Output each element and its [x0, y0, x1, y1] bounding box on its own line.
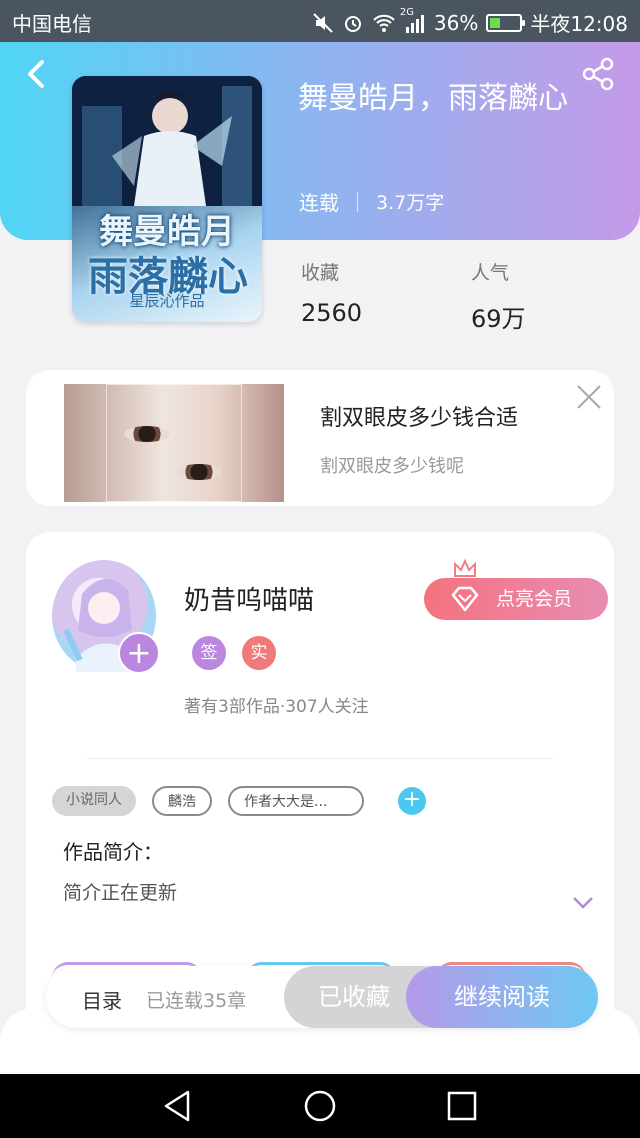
- verified-badge: 实: [242, 636, 276, 670]
- favorites-label: 收藏: [301, 262, 340, 284]
- battery-fill: [490, 17, 501, 28]
- alarm-icon: [342, 12, 364, 34]
- network-label: 2G: [399, 6, 415, 18]
- tag-item[interactable]: 麟浩: [152, 786, 212, 816]
- favorites-stat: 收藏 2560: [301, 258, 362, 327]
- avatar[interactable]: +: [52, 560, 160, 674]
- book-cover[interactable]: 舞曼皓月 雨落麟心 星辰沁作品: [72, 76, 262, 322]
- close-icon[interactable]: [574, 382, 604, 412]
- vip-button[interactable]: 点亮会员: [424, 578, 608, 620]
- favorites-value: 2560: [301, 299, 363, 327]
- chevron-down-icon[interactable]: [572, 896, 594, 910]
- book-meta: 连载 3.7万字: [299, 187, 444, 216]
- battery-percent: 36%: [433, 10, 479, 35]
- tag-list: 小说同人 麟浩 作者大大是... +: [52, 786, 426, 816]
- follow-plus-button[interactable]: +: [118, 632, 160, 674]
- status-bar: 中国电信 2G 36% 半夜12:08: [0, 0, 640, 42]
- bottom-action-bar: 目录 已连载35章 已收藏 继续阅读: [46, 966, 598, 1028]
- mute-icon: [312, 12, 334, 34]
- popularity-label: 人气: [471, 262, 510, 284]
- divider: [86, 758, 554, 759]
- share-icon[interactable]: [580, 56, 616, 92]
- popularity-value: 69万: [471, 305, 526, 333]
- add-tag-button[interactable]: +: [398, 787, 426, 815]
- intro-text: 简介正在更新: [63, 882, 178, 904]
- vip-button-label: 点亮会员: [496, 588, 573, 610]
- nav-home-icon[interactable]: [302, 1088, 338, 1124]
- toc-button[interactable]: 目录: [82, 985, 122, 1014]
- author-name: 奶昔呜喵喵: [184, 586, 315, 616]
- word-count: 3.7万字: [376, 192, 445, 214]
- diamond-icon: [451, 586, 479, 612]
- cover-author-mark: 星辰沁作品: [129, 292, 205, 310]
- clock: 半夜12:08: [530, 12, 628, 36]
- ad-eye-right: [176, 464, 222, 480]
- nav-back-icon[interactable]: [160, 1088, 196, 1124]
- tag-item[interactable]: 作者大大是...: [228, 786, 364, 816]
- popularity-stat: 人气 69万: [471, 258, 526, 334]
- system-nav-bar: [0, 1074, 640, 1138]
- ad-title: 割双眼皮多少钱合适: [320, 406, 519, 431]
- ad-card[interactable]: 割双眼皮多少钱合适 割双眼皮多少钱呢: [26, 370, 614, 506]
- book-title: 舞曼皓月，雨落麟心: [298, 81, 568, 116]
- author-stats: 著有3部作品·307人关注: [184, 697, 369, 717]
- ad-image-frame: [106, 384, 242, 502]
- ad-image: [64, 384, 284, 502]
- meta-divider: [357, 191, 358, 212]
- ad-eye-left: [124, 426, 170, 442]
- intro-label: 作品简介：: [63, 840, 163, 864]
- back-icon[interactable]: [20, 56, 52, 92]
- cover-illustration: [72, 76, 262, 206]
- signal-icon: 2G: [400, 7, 426, 33]
- tag-item[interactable]: 小说同人: [52, 786, 136, 816]
- wifi-icon: [372, 13, 396, 33]
- ad-subtitle: 割双眼皮多少钱呢: [320, 456, 464, 477]
- signed-badge: 签: [192, 636, 226, 670]
- book-status: 连载: [299, 191, 339, 215]
- crown-icon: [454, 558, 476, 580]
- chapter-count: 已连载35章: [146, 990, 247, 1012]
- battery-icon: [486, 13, 526, 32]
- carrier-label: 中国电信: [12, 12, 92, 36]
- continue-reading-button[interactable]: 继续阅读: [406, 966, 598, 1028]
- nav-recents-icon[interactable]: [444, 1088, 480, 1124]
